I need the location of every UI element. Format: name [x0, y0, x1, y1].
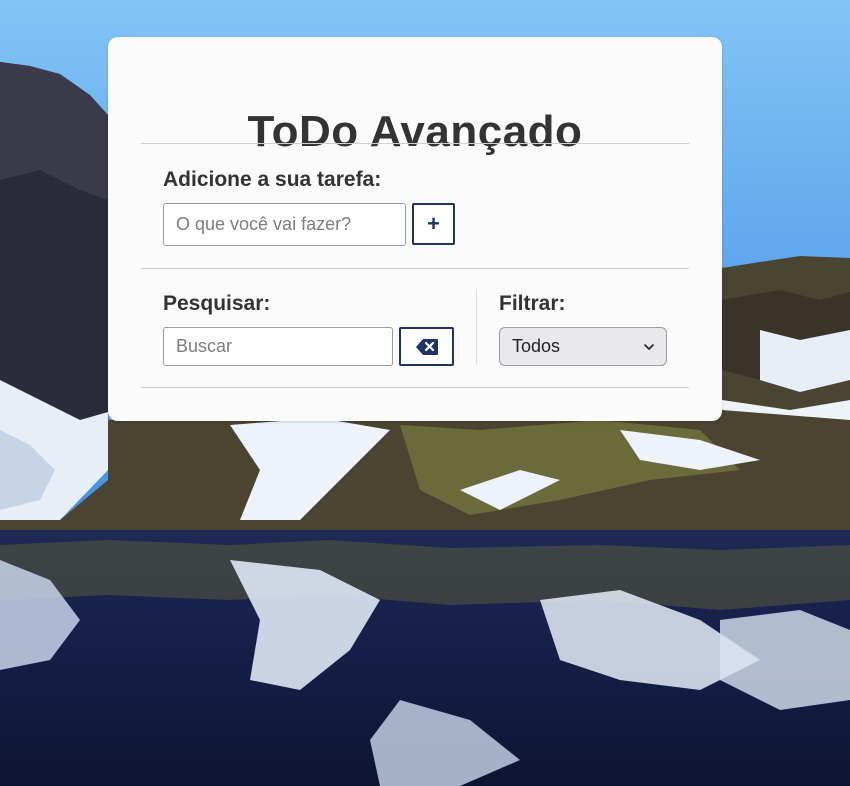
- title-divider: [141, 143, 689, 144]
- filter-label: Filtrar:: [499, 292, 566, 315]
- app-title: ToDo Avançado: [247, 107, 583, 156]
- chevron-down-icon: [644, 344, 654, 350]
- clear-search-button[interactable]: [399, 327, 454, 366]
- bottom-divider: [141, 387, 689, 388]
- task-input[interactable]: [163, 203, 406, 246]
- add-task-label: Adicione a sua tarefa:: [163, 168, 382, 191]
- search-label: Pesquisar:: [163, 292, 271, 315]
- search-input[interactable]: [163, 327, 393, 366]
- section-divider: [141, 268, 689, 269]
- add-task-button[interactable]: +: [412, 203, 455, 245]
- filter-select[interactable]: Todos: [499, 327, 667, 366]
- filter-selected-value: Todos: [512, 336, 561, 356]
- plus-icon: +: [427, 211, 440, 236]
- filter-separator: [476, 289, 477, 365]
- todo-card: ToDo Avançado Adicione a sua tarefa: + P…: [108, 37, 722, 421]
- backspace-icon: [415, 338, 438, 355]
